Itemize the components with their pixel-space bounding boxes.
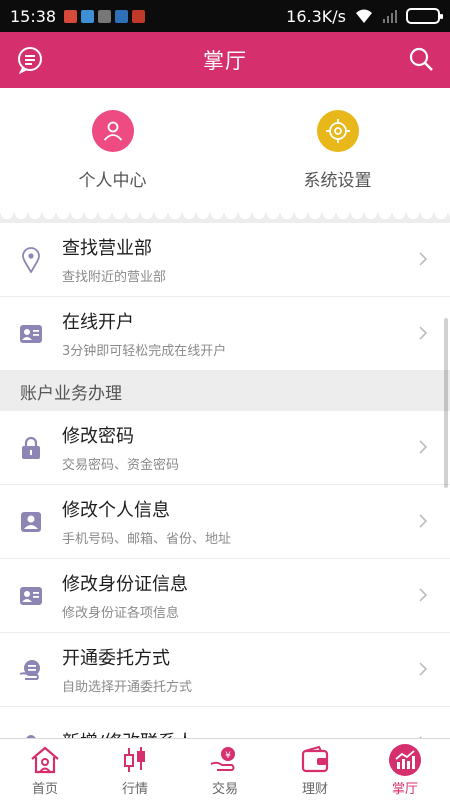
trade-hand-icon: ¥	[210, 747, 235, 771]
app-notification-icon	[115, 9, 129, 23]
battery-icon	[406, 8, 443, 24]
list-item-change-personal-info[interactable]: 修改个人信息 手机号码、邮箱、省份、地址	[0, 485, 450, 559]
location-pin-icon	[22, 246, 40, 273]
list-item-title: 新增/修改联系人	[62, 728, 450, 739]
net-speed: 16.3K/s	[286, 6, 346, 26]
tab-label: 首页	[31, 782, 58, 797]
id-card-icon	[20, 586, 42, 605]
tab-market[interactable]: 行情	[90, 739, 180, 800]
person-icon	[91, 110, 134, 152]
tab-hall[interactable]: 掌厅	[360, 739, 450, 800]
tab-label: 理财	[301, 782, 328, 797]
system-settings-button[interactable]: 系统设置	[225, 88, 450, 213]
status-time: 15:38	[10, 6, 57, 26]
quick-actions: 个人中心 系统设置	[0, 88, 450, 213]
personal-center-button[interactable]: 个人中心	[0, 88, 225, 213]
candlestick-icon	[124, 747, 145, 772]
app-notification-icon	[98, 9, 112, 23]
status-bar: 15:38 16.3K/s	[0, 0, 450, 32]
tab-wealth[interactable]: 理财	[270, 739, 360, 800]
chevron-right-icon	[419, 326, 428, 340]
chevron-right-icon	[419, 252, 428, 266]
list-item-find-branch[interactable]: 查找营业部 查找附近的营业部	[0, 223, 450, 297]
svg-text:¥: ¥	[225, 751, 231, 761]
account-service-list: 修改密码 交易密码、资金密码 修改个人信息 手机号码、邮箱、省份、地址 修改身份…	[0, 411, 450, 738]
bottom-tab-bar: 首页 行情 ¥ 交易 理财 掌厅	[0, 738, 450, 800]
list-item-subtitle: 查找附近的营业部	[62, 270, 167, 285]
list-item-change-password[interactable]: 修改密码 交易密码、资金密码	[0, 411, 450, 485]
wallet-icon	[301, 745, 329, 773]
wifi-icon	[356, 9, 372, 23]
list-item-title: 修改密码	[62, 426, 134, 447]
chevron-right-icon	[419, 514, 428, 528]
list-item-open-account[interactable]: 在线开户 3分钟即可轻松完成在线开户	[0, 297, 450, 371]
chevron-right-icon	[419, 662, 428, 676]
chevron-right-icon	[419, 588, 428, 602]
tab-trade[interactable]: ¥ 交易	[180, 739, 270, 800]
signal-icon	[383, 10, 397, 23]
message-icon[interactable]	[16, 46, 44, 74]
search-icon[interactable]	[408, 46, 434, 72]
list-item-title: 开通委托方式	[62, 648, 170, 669]
app-bar: 掌厅	[0, 32, 450, 88]
app-notification-icon	[132, 9, 146, 23]
system-settings-label: 系统设置	[303, 171, 372, 191]
scrollbar[interactable]	[444, 318, 448, 488]
lock-icon	[22, 436, 40, 459]
contact-card-icon	[21, 511, 41, 532]
hand-coin-icon	[19, 659, 40, 680]
id-card-icon	[20, 324, 42, 343]
list-item-subtitle: 手机号码、邮箱、省份、地址	[62, 532, 232, 547]
list-item-title: 在线开户	[62, 312, 134, 333]
app-notification-icon	[81, 9, 95, 23]
list-item-subtitle: 自助选择开通委托方式	[62, 680, 193, 695]
service-list: 查找营业部 查找附近的营业部 在线开户 3分钟即可轻松完成在线开户	[0, 223, 450, 371]
tab-label: 行情	[121, 782, 148, 797]
personal-center-label: 个人中心	[78, 171, 147, 191]
notification-icons	[64, 9, 146, 23]
scallop-divider	[0, 213, 450, 223]
tab-label: 交易	[211, 782, 238, 797]
list-item-title: 修改身份证信息	[62, 574, 188, 595]
app-notification-icon	[64, 9, 78, 23]
settings-icon	[316, 110, 359, 152]
tab-label: 掌厅	[391, 782, 418, 797]
list-item-subtitle: 修改身份证各项信息	[62, 606, 180, 621]
chart-trend-icon	[389, 744, 421, 776]
list-item-title: 查找营业部	[62, 238, 152, 259]
list-item-subtitle: 3分钟即可轻松完成在线开户	[62, 344, 227, 359]
chevron-right-icon	[419, 440, 428, 454]
list-item-contact[interactable]: 新增/修改联系人	[0, 707, 450, 738]
main-content: 个人中心 系统设置 查找营业部 查找附近的营业部 在线开户 3分钟即可轻松完成在…	[0, 88, 450, 738]
list-item-title: 修改个人信息	[62, 500, 170, 521]
list-item-subtitle: 交易密码、资金密码	[62, 458, 180, 473]
list-item-change-id-info[interactable]: 修改身份证信息 修改身份证各项信息	[0, 559, 450, 633]
tab-home[interactable]: 首页	[0, 739, 90, 800]
section-header-account: 账户业务办理	[0, 371, 450, 411]
list-item-open-order-method[interactable]: 开通委托方式 自助选择开通委托方式	[0, 633, 450, 707]
page-title: 掌厅	[203, 49, 247, 73]
home-icon	[31, 746, 59, 774]
